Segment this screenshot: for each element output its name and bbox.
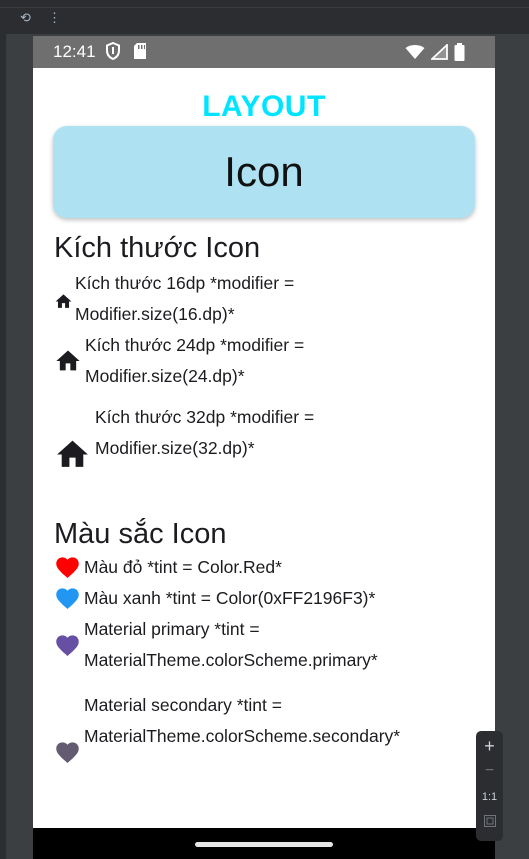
home-icon (54, 292, 73, 311)
navigation-bar (33, 828, 495, 859)
battery-icon (454, 43, 465, 66)
zoom-out-button[interactable]: − (476, 762, 503, 780)
color-blue-label: Màu xanh *tint = Color(0xFF2196F3)* (84, 588, 376, 608)
status-time: 12:41 (53, 42, 96, 61)
zoom-in-button[interactable]: + (476, 736, 503, 757)
refresh-icon[interactable]: ⟲ (20, 10, 31, 26)
ide-left-strip (0, 34, 7, 859)
color-secondary-label-line2: MaterialTheme.colorScheme.secondary* (84, 726, 401, 746)
more-vert-icon[interactable]: ⋮ (48, 10, 61, 26)
heart-icon (54, 739, 81, 766)
color-section-title: Màu sắc Icon (54, 518, 227, 550)
heart-icon (54, 554, 81, 581)
ide-top-strip (0, 0, 529, 8)
next-section-title-clipped (54, 816, 62, 828)
color-red-row: Màu đỏ *tint = Color.Red* (54, 552, 282, 583)
size-16-label-line1: Kích thước 16dp *modifier = (75, 273, 295, 293)
shield-icon (105, 41, 121, 65)
size-24-label-line2: Modifier.size(24.dp)* (85, 366, 245, 386)
zoom-controls: + − 1:1 (476, 731, 503, 841)
status-bar: 12:41 (33, 36, 495, 68)
color-blue-row: Màu xanh *tint = Color(0xFF2196F3)* (54, 583, 375, 614)
home-icon (54, 436, 91, 473)
zoom-ratio-button[interactable]: 1:1 (476, 791, 503, 803)
size-32-row: Kích thước 32dp *modifier = Modifier.siz… (54, 392, 314, 473)
size-16-label-line2: Modifier.size(16.dp)* (75, 304, 235, 324)
fit-screen-icon[interactable] (476, 815, 503, 830)
ide-toolbar: ⟲ ⋮ (0, 0, 529, 34)
size-32-label-line1: Kích thước 32dp *modifier = (95, 406, 315, 427)
gesture-handle[interactable] (195, 842, 333, 847)
heart-icon (54, 585, 81, 612)
color-primary-row: Material primary *tint = MaterialTheme.c… (54, 614, 378, 676)
page-title: LAYOUT (202, 90, 326, 123)
size-24-label-line1: Kích thước 24dp *modifier = (85, 335, 305, 355)
color-primary-label-line2: MaterialTheme.colorScheme.primary* (84, 650, 378, 670)
color-secondary-label-line1: Material secondary *tint = (84, 695, 282, 715)
card-title: Icon (224, 148, 304, 195)
color-secondary-row: Material secondary *tint = MaterialTheme… (54, 676, 400, 766)
color-red-label: Màu đỏ *tint = Color.Red* (84, 557, 282, 577)
color-primary-label-line1: Material primary *tint = (84, 619, 260, 639)
home-icon (54, 347, 82, 375)
size-section-title: Kích thước Icon (54, 232, 261, 264)
app-screen: LAYOUT Icon Kích thước Icon Kích thước 1… (33, 68, 495, 828)
size-24-row: Kích thước 24dp *modifier = Modifier.siz… (54, 330, 304, 392)
wifi-icon (405, 44, 425, 65)
size-32-label-line2: Modifier.size(32.dp)* (95, 437, 255, 458)
signal-icon (429, 42, 448, 65)
sd-card-icon (133, 42, 147, 65)
icon-title-card: Icon (53, 126, 475, 218)
emulator-device: 12:41 LAYOUT Icon Kích thước Icon Kích t… (33, 36, 495, 859)
size-16-row: Kích thước 16dp *modifier = Modifier.siz… (54, 268, 294, 330)
heart-icon (54, 632, 81, 659)
